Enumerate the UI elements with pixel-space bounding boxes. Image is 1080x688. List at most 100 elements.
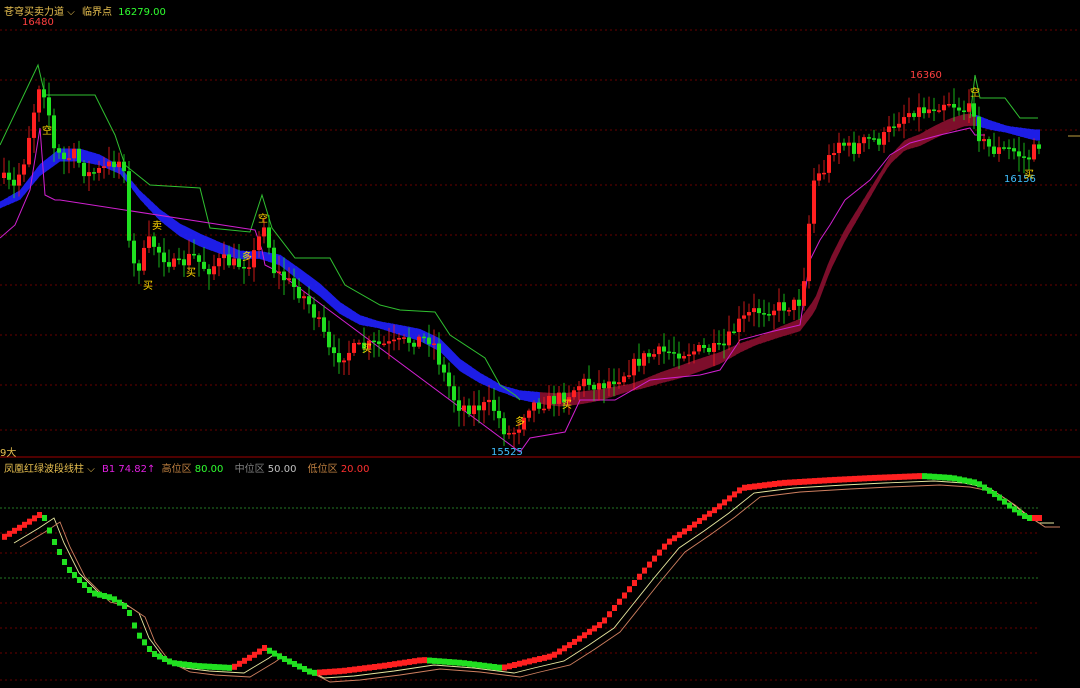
ribbon-segment — [92, 152, 96, 165]
candle-body — [157, 246, 161, 253]
candle-body — [62, 152, 66, 159]
oscillator-bar — [157, 653, 162, 660]
candle-body — [962, 110, 966, 113]
candle-body — [162, 252, 166, 263]
candle-body — [812, 180, 816, 224]
chevron-down-icon[interactable]: ⌵ — [67, 7, 75, 18]
oscillator-bar — [957, 476, 962, 483]
candle-body — [187, 253, 191, 266]
ribbon-segment — [660, 371, 664, 384]
oscillator-bar — [602, 617, 607, 624]
oscillator-bar — [712, 507, 717, 514]
candle-body — [77, 148, 81, 163]
chevron-down-icon[interactable]: ⌵ — [87, 464, 95, 475]
oscillator-bar — [462, 660, 467, 667]
candle-body — [277, 271, 281, 274]
key-value: 16279.00 — [118, 7, 166, 18]
ribbon-segment — [220, 242, 224, 256]
candle-body — [592, 384, 596, 390]
oscillator-bar — [167, 658, 172, 665]
candle-body — [177, 258, 181, 261]
oscillator-bar — [652, 555, 657, 562]
candle-body — [787, 310, 791, 312]
oscillator-bar — [412, 658, 417, 665]
candle-body — [1012, 148, 1016, 152]
candle-body — [12, 179, 16, 186]
ribbon-segment — [356, 312, 360, 326]
candle-body — [112, 161, 116, 168]
oscillator-bar — [682, 528, 687, 535]
oscillator-bar — [32, 515, 37, 522]
ribbon-segment — [1000, 123, 1004, 133]
oscillator-bar — [592, 625, 597, 632]
candle-body — [27, 137, 31, 165]
oscillator-bar — [382, 662, 387, 669]
oscillator-bar — [702, 514, 707, 521]
ribbon-segment — [948, 117, 952, 133]
candle-body — [217, 258, 221, 267]
oscillator-bar — [587, 628, 592, 635]
candle-body — [457, 400, 461, 411]
candle-body — [717, 343, 721, 345]
candle-body — [1032, 144, 1036, 160]
oscillator-bar — [357, 665, 362, 672]
ribbon-segment — [988, 119, 992, 131]
lower-indicator-name[interactable]: 凤凰红绿波段线柱 — [4, 464, 84, 475]
oscillator-bar — [922, 473, 927, 480]
oscillator-bar — [687, 525, 692, 532]
ribbon-segment — [700, 357, 704, 372]
ribbon-segment — [312, 277, 316, 294]
ribbon-segment — [340, 302, 344, 317]
ribbon-segment — [300, 268, 304, 285]
oscillator-bar — [647, 561, 652, 568]
oscillator-bar — [662, 543, 667, 550]
ribbon-segment — [444, 342, 448, 360]
oscillator-bar — [727, 495, 732, 502]
candle-body — [317, 317, 321, 319]
ribbon-segment — [588, 390, 592, 403]
candle-body — [677, 353, 681, 359]
candle-body — [82, 162, 86, 177]
candle-body — [637, 358, 641, 366]
candle-body — [797, 299, 801, 306]
candle-body — [452, 386, 456, 401]
oscillator-bar — [997, 494, 1002, 501]
oscillator-bar — [92, 590, 97, 597]
oscillator-bar — [847, 476, 852, 483]
upper-indicator-name[interactable]: 苍穹买卖力道 — [4, 7, 64, 18]
price-annotation: 16360 — [910, 70, 942, 81]
candle-body — [557, 392, 561, 404]
ribbon-segment — [720, 350, 724, 364]
candle-body — [612, 381, 616, 385]
candle-body — [477, 405, 481, 411]
ribbon-segment — [872, 179, 876, 195]
oscillator-bar — [972, 479, 977, 486]
oscillator-bar — [187, 662, 192, 669]
ribbon-segment — [24, 179, 28, 196]
oscillator-bar — [392, 661, 397, 668]
ribbon-segment — [1008, 125, 1012, 135]
ribbon-segment — [480, 372, 484, 386]
upper-indicator-header: 苍穹买卖力道 ⌵ 临界点 16279.00 — [4, 3, 166, 18]
oscillator-bar — [1012, 506, 1017, 513]
oscillator-bar — [447, 659, 452, 666]
oscillator-bar — [277, 653, 282, 660]
candle-body — [147, 236, 151, 248]
ribbon-segment — [820, 274, 824, 299]
price-chart[interactable]: 16480163601552516156空买买卖多空买多买空买 — [0, 0, 1080, 458]
ribbon-segment — [304, 271, 308, 288]
candle-body — [952, 104, 956, 108]
ribbon-segment — [704, 355, 708, 370]
signal-label: 买 — [362, 343, 372, 355]
candle-body — [252, 250, 256, 268]
candle-body — [37, 89, 41, 113]
ribbon-segment — [996, 122, 1000, 132]
candle-body — [997, 147, 1001, 154]
candle-body — [517, 429, 521, 433]
ribbon-segment — [580, 391, 584, 405]
ribbon-segment — [196, 231, 200, 247]
oscillator-bar — [1027, 515, 1032, 521]
oscillator-chart[interactable] — [0, 458, 1080, 688]
candle-body — [817, 173, 821, 181]
candle-body — [607, 381, 611, 389]
